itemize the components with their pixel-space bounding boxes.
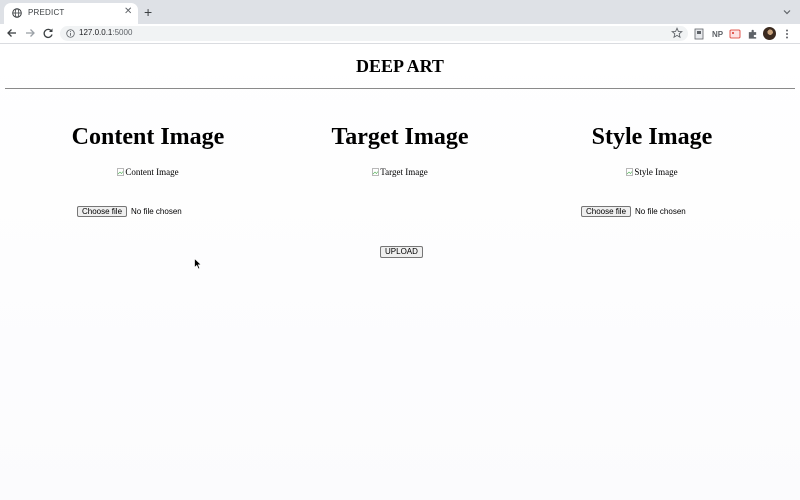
style-file-status: No file chosen <box>635 207 686 216</box>
new-tab-button[interactable]: + <box>144 4 152 20</box>
tab-strip: PREDICT ✕ + <box>0 0 800 24</box>
page-title: DEEP ART <box>356 56 444 76</box>
globe-icon <box>12 8 22 18</box>
horizontal-rule <box>5 88 795 89</box>
content-image-heading: Content Image <box>71 124 225 150</box>
content-image-placeholder: Content Image <box>117 167 179 177</box>
web-page: DEEP ART Content Image Content Image Tar… <box>0 45 800 500</box>
target-image-heading: Target Image <box>331 124 469 150</box>
profile-avatar[interactable] <box>763 27 776 40</box>
broken-image-icon <box>117 168 125 176</box>
picture-extension-icon[interactable] <box>729 28 741 40</box>
style-image-column: Style Image Style Image <box>542 123 762 181</box>
url-text[interactable]: 127.0.0.1:5000 <box>79 28 132 37</box>
tab-search-icon[interactable] <box>782 7 792 17</box>
url-port: :5000 <box>112 28 133 37</box>
content-file-input[interactable]: Choose file No file chosen <box>77 206 182 217</box>
style-image-placeholder: Style Image <box>626 167 678 177</box>
puzzle-extensions-icon[interactable] <box>747 28 758 40</box>
broken-image-icon <box>372 168 380 176</box>
mouse-cursor-icon <box>194 258 202 270</box>
browser-tab[interactable]: PREDICT ✕ <box>4 3 138 24</box>
address-bar[interactable]: 127.0.0.1:5000 <box>60 26 688 41</box>
content-file-status: No file chosen <box>131 207 182 216</box>
broken-image-icon <box>626 168 634 176</box>
url-host: 127.0.0.1 <box>79 28 113 37</box>
target-image-alt: Target Image <box>380 167 428 177</box>
content-image-column: Content Image Content Image <box>38 123 258 181</box>
content-choose-file-button[interactable]: Choose file <box>77 206 128 217</box>
style-file-input[interactable]: Choose file No file chosen <box>581 206 686 217</box>
np-extension-icon[interactable]: NP <box>712 30 723 42</box>
style-image-heading: Style Image <box>591 124 713 150</box>
target-image-column: Target Image Target Image <box>290 123 510 181</box>
tab-title: PREDICT <box>28 8 65 17</box>
bookmark-star-icon[interactable] <box>671 27 683 39</box>
upload-button[interactable]: UPLOAD <box>380 246 423 258</box>
forward-arrow-icon[interactable] <box>23 26 37 40</box>
back-arrow-icon[interactable] <box>5 26 19 40</box>
style-image-alt: Style Image <box>634 167 678 177</box>
reader-extension-icon[interactable] <box>694 28 704 40</box>
more-menu-icon[interactable] <box>783 28 791 40</box>
target-image-placeholder: Target Image <box>372 167 428 177</box>
browser-toolbar: 127.0.0.1:5000 NP <box>0 24 800 44</box>
close-tab-icon[interactable]: ✕ <box>124 6 132 18</box>
style-choose-file-button[interactable]: Choose file <box>581 206 632 217</box>
content-image-alt: Content Image <box>125 167 179 177</box>
info-icon[interactable] <box>66 29 75 38</box>
reload-icon[interactable] <box>41 26 55 40</box>
